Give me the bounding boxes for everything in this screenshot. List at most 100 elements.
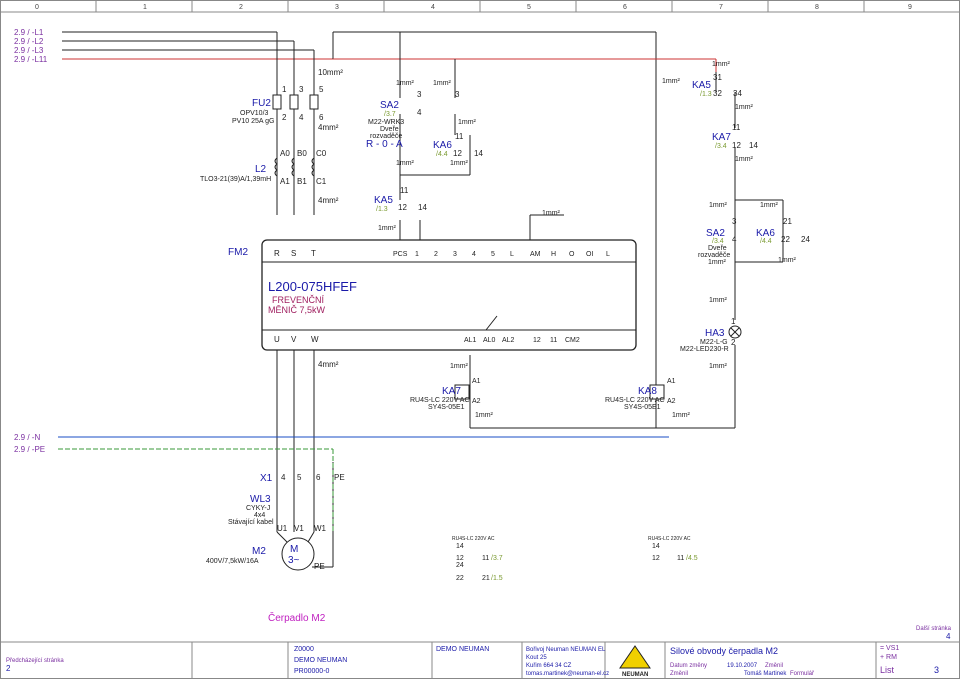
n-pe-lines: 2.9 / -N 2.9 / -PE bbox=[14, 433, 669, 532]
fu2-t3: 3 bbox=[299, 85, 304, 94]
x1-tpe: PE bbox=[334, 473, 345, 482]
addr3: Kuřim 664 34 CZ bbox=[526, 663, 572, 669]
control-labels-1: SA2 /3.7 M22-WRK3 Dveře rozvaděče R - 0 … bbox=[366, 78, 681, 232]
sa2-d1: Dveře bbox=[380, 126, 399, 133]
xref1-r2b: 11 bbox=[482, 555, 489, 562]
ha3-tag: HA3 bbox=[705, 328, 725, 339]
x1-t5: 5 bbox=[297, 473, 302, 482]
ka6-tag: KA6 bbox=[433, 140, 452, 151]
l2-tag: L2 bbox=[255, 164, 267, 175]
ka6r-c24: 24 bbox=[801, 235, 810, 244]
logo-triangle bbox=[619, 645, 651, 669]
sa2-ref: /3.7 bbox=[384, 111, 396, 118]
wire-1mm-k: 1mm² bbox=[735, 156, 754, 163]
ruler-4: 4 bbox=[431, 4, 435, 11]
addr1: Bořivoj Neuman NEUMAN EL bbox=[526, 647, 606, 653]
c2: DEMO NEUMAN bbox=[436, 646, 489, 653]
wire-1mm-p: 1mm² bbox=[709, 297, 728, 304]
l2-c1: C1 bbox=[316, 177, 327, 186]
fm2-u: U bbox=[274, 335, 280, 344]
ruler-0: 0 bbox=[35, 4, 39, 11]
c1c: PR00000-0 bbox=[294, 668, 330, 675]
ha3-type2: M22-LED230-R bbox=[680, 346, 729, 353]
xref1-r3: 24 bbox=[456, 562, 464, 569]
page-number: 3 bbox=[934, 665, 939, 675]
ka8-type1: RU4S-LC 220V AC bbox=[605, 397, 665, 404]
wire-1mm-h: 1mm² bbox=[662, 78, 681, 85]
phase-busbars: 2.9 / -L1 2.9 / -L2 2.9 / -L3 2.9 / -L11 bbox=[14, 28, 717, 428]
ka8-a1: A1 bbox=[667, 378, 676, 385]
schematic-sheet: 0 1 2 3 4 5 6 7 8 9 2.9 / -L1 2.9 / -L2 … bbox=[0, 0, 960, 679]
ruler-3: 3 bbox=[335, 4, 339, 11]
ka5-ref: /1.3 bbox=[376, 206, 388, 213]
date: 19.10.2007 bbox=[727, 663, 758, 669]
xref1-r1: 14 bbox=[456, 543, 464, 550]
wire-1mm-d: 1mm² bbox=[450, 160, 469, 167]
fm2-name: L200-075HFEF bbox=[268, 279, 357, 294]
sa2-tag: SA2 bbox=[380, 100, 399, 111]
wl3-l1: CYKY-J bbox=[246, 505, 270, 512]
next-page: 4 bbox=[946, 632, 951, 641]
wire-4mm-b: 4mm² bbox=[318, 196, 339, 205]
fu2-t4: 4 bbox=[299, 113, 304, 122]
formular: Formulář bbox=[790, 671, 815, 677]
fu2-t6: 6 bbox=[319, 113, 324, 122]
fm2-o: O bbox=[569, 251, 575, 258]
xref1-r2ref: /3.7 bbox=[491, 555, 503, 562]
fm2-converter: FM2 L200-075HFEF FREVENČNÍ MĚNIČ 7,5kW R… bbox=[228, 239, 637, 351]
m2-pe: PE bbox=[314, 562, 325, 571]
fm2-w: W bbox=[311, 335, 319, 344]
wl3-l3: Stávající kabel bbox=[228, 519, 274, 526]
ka7r-tag: KA7 bbox=[712, 132, 731, 143]
motor-feed bbox=[276, 350, 334, 571]
fu2-line2: PV10 25A gG bbox=[232, 118, 274, 125]
m2-u1: U1 bbox=[277, 524, 288, 533]
fm2-o12: 12 bbox=[533, 337, 541, 344]
ka5-c12: 12 bbox=[398, 203, 407, 212]
fm2-al1: AL1 bbox=[464, 337, 477, 344]
rm: + RM bbox=[880, 654, 897, 661]
ka6-c12: 12 bbox=[453, 149, 462, 158]
xref2-title: RU4S-LC 220V AC bbox=[648, 536, 691, 542]
l2-a1: A1 bbox=[280, 177, 290, 186]
fm2-am: AM bbox=[530, 251, 541, 258]
wire-1mm-t: 1mm² bbox=[672, 412, 691, 419]
ka5r-c34: 34 bbox=[733, 89, 742, 98]
wire-1mm-a: 1mm² bbox=[396, 80, 415, 87]
xref2-r1: 14 bbox=[652, 543, 660, 550]
xref2-r2a: 12 bbox=[652, 555, 660, 562]
sa2-mode: R - 0 - A bbox=[366, 139, 403, 150]
fu2-t2: 2 bbox=[282, 113, 287, 122]
logo-text: NEUMAN bbox=[622, 672, 648, 678]
m2-sym2: 3~ bbox=[288, 555, 300, 566]
ruler-7: 7 bbox=[719, 4, 723, 11]
ka6-c11: 11 bbox=[455, 132, 464, 141]
phase-l2-label: 2.9 / -L2 bbox=[14, 37, 44, 46]
author: Tomáš Martinek bbox=[744, 671, 787, 677]
wire-1mm-l: 1mm² bbox=[709, 202, 728, 209]
fm2-desc1: FREVENČNÍ bbox=[272, 295, 325, 305]
ka8-tag: KA8 bbox=[638, 386, 657, 397]
fm2-cl: L bbox=[510, 251, 514, 258]
xref-tables: RU4S-LC 220V AC 14 12 11 /3.7 24 22 21 /… bbox=[452, 536, 698, 582]
wire-1mm-i: 1mm² bbox=[712, 61, 731, 68]
column-ruler: 0 1 2 3 4 5 6 7 8 9 bbox=[35, 0, 912, 12]
ka7r-c11: 11 bbox=[732, 123, 741, 132]
l2-c0: C0 bbox=[316, 149, 327, 158]
m2-w1: W1 bbox=[314, 524, 327, 533]
addr4: tomas.martinek@neuman-el.cz bbox=[526, 671, 609, 677]
prev-page: 2 bbox=[6, 664, 11, 673]
fm2-v: V bbox=[291, 335, 297, 344]
xref1-r4ref: /1.5 bbox=[491, 575, 503, 582]
c1a: Z0000 bbox=[294, 646, 314, 653]
xref1-title: RU4S-LC 220V AC bbox=[452, 536, 495, 542]
fm2-l2: L bbox=[606, 251, 610, 258]
ruler-6: 6 bbox=[623, 4, 627, 11]
xref2-r2b: 11 bbox=[677, 555, 684, 562]
xref1-r2a: 12 bbox=[456, 555, 464, 562]
fm2-o11: 11 bbox=[550, 337, 557, 344]
wire-1mm-f: 1mm² bbox=[378, 225, 397, 232]
ka5r-tag: KA5 bbox=[692, 80, 711, 91]
ka8-a2: A2 bbox=[667, 398, 676, 405]
fm2-al2: AL2 bbox=[502, 337, 515, 344]
